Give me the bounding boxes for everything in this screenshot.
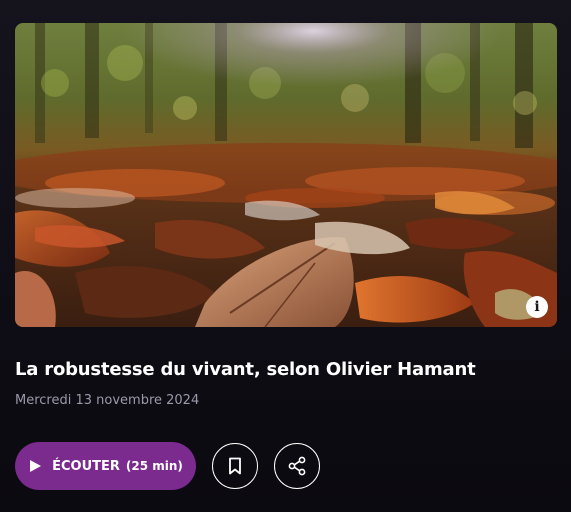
episode-card: i La robustesse du vivant, selon Olivier… xyxy=(0,0,571,512)
listen-duration: (25 min) xyxy=(125,459,183,473)
share-icon xyxy=(288,456,306,476)
episode-actions: ÉCOUTER (25 min) xyxy=(15,442,320,490)
listen-label: ÉCOUTER xyxy=(52,458,120,474)
autumn-leaves-photo xyxy=(15,23,557,327)
episode-image[interactable]: i xyxy=(15,23,557,327)
bookmark-button[interactable] xyxy=(212,443,258,489)
episode-date: Mercredi 13 novembre 2024 xyxy=(15,393,200,408)
play-icon xyxy=(30,460,42,472)
listen-button[interactable]: ÉCOUTER (25 min) xyxy=(15,442,196,490)
info-icon[interactable]: i xyxy=(526,296,548,318)
share-button[interactable] xyxy=(274,443,320,489)
episode-title: La robustesse du vivant, selon Olivier H… xyxy=(15,359,476,380)
bookmark-icon xyxy=(229,457,241,475)
